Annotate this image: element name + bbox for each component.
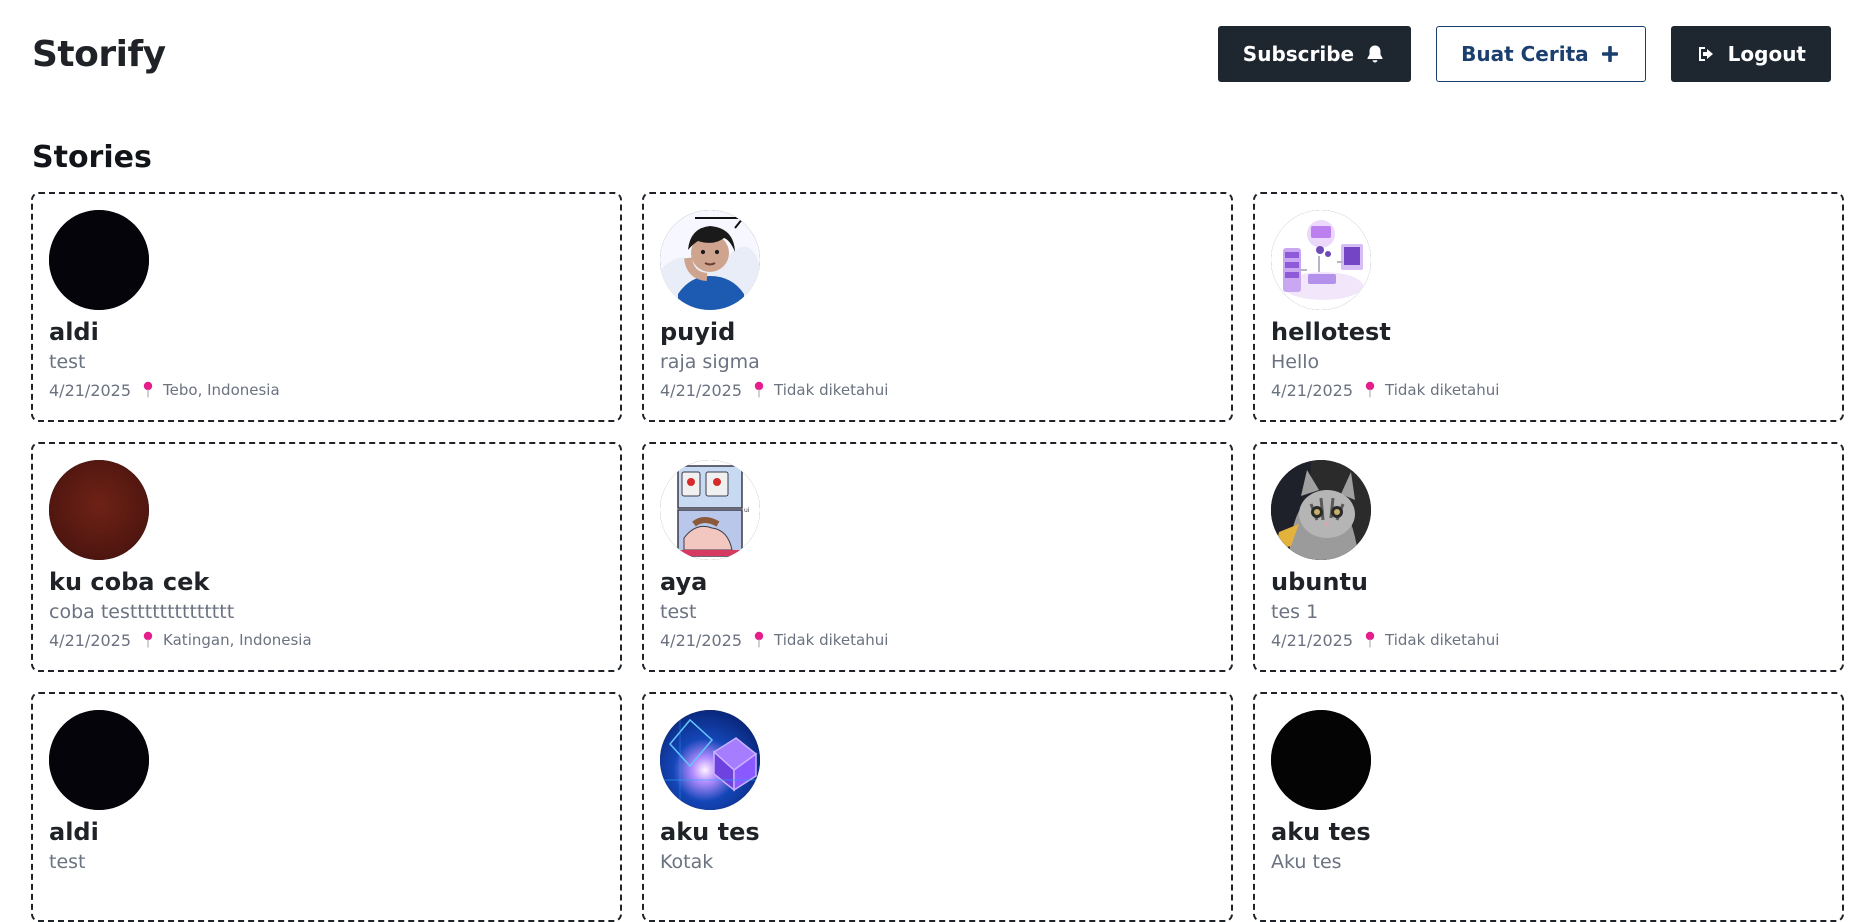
bell-icon [1364, 43, 1386, 65]
story-location: Tidak diketahui [1385, 381, 1500, 400]
story-name: aku tes [660, 818, 760, 846]
story-card[interactable]: ui aya test 4/21/2025 Tidak diketahui [642, 442, 1233, 672]
story-date: 4/21/2025 [1271, 380, 1354, 400]
location-pin-icon [752, 631, 766, 649]
story-card[interactable]: puyid raja sigma 4/21/2025 Tidak diketah… [642, 192, 1233, 422]
header-actions: Subscribe Buat Cerita Logout [1217, 26, 1831, 82]
story-meta: 4/21/2025 Katingan, Indonesia [49, 631, 604, 650]
plus-icon [1599, 43, 1621, 65]
location-pin-icon [141, 631, 155, 649]
location-pin-icon [752, 381, 766, 399]
red-brown-avatar-icon [49, 460, 149, 560]
api-illustration-avatar-icon [1271, 210, 1371, 310]
story-name: hellotest [1271, 318, 1391, 346]
story-description: Hello [1271, 350, 1320, 373]
story-location: Tidak diketahui [774, 381, 889, 400]
story-name: ku coba cek [49, 568, 210, 596]
story-location: Katingan, Indonesia [163, 631, 312, 650]
subscribe-label: Subscribe [1242, 42, 1355, 66]
story-card[interactable]: hellotest Hello 4/21/2025 Tidak diketahu… [1253, 192, 1844, 422]
story-name: aku tes [1271, 818, 1371, 846]
logout-label: Logout [1727, 42, 1806, 66]
stories-heading: Stories [32, 140, 152, 175]
story-location: Tidak diketahui [774, 631, 889, 650]
story-meta: 4/21/2025 Tidak diketahui [660, 631, 1215, 650]
story-date: 4/21/2025 [49, 630, 132, 650]
story-card[interactable]: aldi test 4/21/2025 Tebo, Indonesia [31, 192, 622, 422]
logout-button[interactable]: Logout [1670, 26, 1831, 82]
story-name: ubuntu [1271, 568, 1368, 596]
location-pin-icon [1363, 631, 1377, 649]
story-name: puyid [660, 318, 736, 346]
story-card[interactable]: ku coba cek coba testttttttttttttt 4/21/… [31, 442, 622, 672]
blue-cube-avatar-icon [660, 710, 760, 810]
black-avatar-icon [1271, 710, 1371, 810]
story-date: 4/21/2025 [1271, 630, 1354, 650]
story-meta: 4/21/2025 Tebo, Indonesia [49, 381, 604, 400]
story-description: tes 1 [1271, 600, 1319, 623]
story-name: aldi [49, 318, 99, 346]
story-date: 4/21/2025 [660, 380, 743, 400]
comic-meme-avatar-icon: ui [660, 460, 760, 560]
story-meta: 4/21/2025 Tidak diketahui [1271, 631, 1826, 650]
story-card[interactable]: aku tes Aku tes [1253, 692, 1844, 922]
dark-avatar-icon [49, 710, 149, 810]
story-description: test [49, 350, 86, 373]
story-meta: 4/21/2025 Tidak diketahui [660, 381, 1215, 400]
story-name: aldi [49, 818, 99, 846]
story-card[interactable]: ubuntu tes 1 4/21/2025 Tidak diketahui [1253, 442, 1844, 672]
story-meta: 4/21/2025 Tidak diketahui [1271, 381, 1826, 400]
dark-avatar-icon [49, 210, 149, 310]
story-location: Tebo, Indonesia [163, 381, 280, 400]
story-date: 4/21/2025 [660, 630, 743, 650]
person-photo-avatar-icon [660, 210, 760, 310]
subscribe-button[interactable]: Subscribe [1217, 26, 1412, 82]
location-pin-icon [141, 381, 155, 399]
story-card[interactable]: aldi test [31, 692, 622, 922]
story-description: test [660, 600, 697, 623]
stories-grid: aldi test 4/21/2025 Tebo, Indonesia puyi… [31, 192, 1844, 922]
story-location: Tidak diketahui [1385, 631, 1500, 650]
location-pin-icon [1363, 381, 1377, 399]
top-navigation: Storify Subscribe Buat Cerita Logout [0, 0, 1869, 110]
brand-logo[interactable]: Storify [32, 34, 166, 75]
logout-icon [1696, 43, 1718, 65]
svg-text:ui: ui [744, 507, 750, 514]
create-story-button[interactable]: Buat Cerita [1436, 26, 1646, 82]
cat-photo-avatar-icon [1271, 460, 1371, 560]
story-name: aya [660, 568, 708, 596]
story-card[interactable]: aku tes Kotak [642, 692, 1233, 922]
story-description: raja sigma [660, 350, 760, 373]
story-description: coba testttttttttttttt [49, 600, 235, 623]
story-date: 4/21/2025 [49, 380, 132, 400]
create-story-label: Buat Cerita [1461, 42, 1589, 66]
